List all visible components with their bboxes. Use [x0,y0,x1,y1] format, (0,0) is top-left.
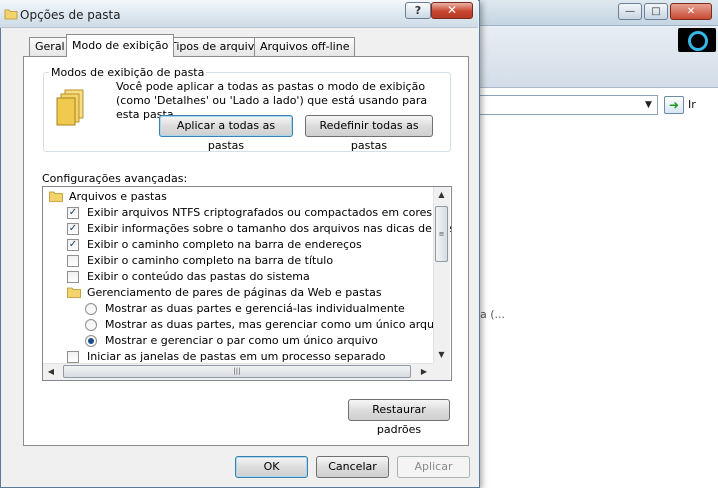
checkbox[interactable]: ✓ [67,223,79,235]
go-button-label[interactable]: Ir [688,98,696,111]
close-button[interactable]: ✕ [431,2,473,19]
row-label: Arquivos e pastas [69,190,167,203]
row-label[interactable]: Exibir o conteúdo das pastas do sistema [87,269,310,285]
tab-tipos-de-arquivo[interactable]: Tipos de arquivo [164,37,267,56]
row-label[interactable]: Exibir arquivos NTFS criptografados ou c… [87,205,432,221]
advanced-settings-list[interactable]: Arquivos e pastas ✓ Exibir arquivos NTFS… [42,186,452,381]
background-address-bar[interactable] [476,95,658,115]
ok-button[interactable]: OK [235,456,308,478]
scroll-up-icon[interactable]: ▲ [433,187,450,203]
radio-button[interactable] [85,319,97,331]
apply-button[interactable]: Aplicar [397,456,470,478]
horizontal-scroll-thumb[interactable]: ||| [63,365,411,378]
checkbox[interactable] [67,351,79,363]
checkbox[interactable]: ✓ [67,239,79,251]
folder-icon [4,9,18,20]
checkbox[interactable] [67,271,79,283]
tab-modo-de-exibicao[interactable]: Modo de exibição [66,34,175,57]
dialog-title: Opções de pasta [20,8,121,22]
group-title: Modos de exibição de pasta [49,66,207,79]
background-close-button[interactable]: ✕ [670,3,712,20]
checkbox[interactable] [67,255,79,267]
row-label[interactable]: Exibir informações sobre o tamanho dos a… [87,221,451,237]
scroll-right-icon[interactable]: ▶ [416,363,432,380]
background-minimize-button[interactable]: — [618,3,642,20]
radio-button[interactable] [85,335,97,347]
cancel-button[interactable]: Cancelar [316,456,389,478]
row-label[interactable]: Exibir o caminho completo na barra de en… [87,237,362,253]
scrollbar-corner [433,363,450,380]
folders-stack-icon [56,89,84,126]
restore-defaults-button[interactable]: Restaurar padrões [348,399,450,436]
chevron-down-icon[interactable]: ▼ [640,96,657,114]
vertical-scroll-thumb[interactable]: ≡ [435,206,448,262]
scroll-down-icon[interactable]: ▼ [433,347,450,363]
row-label[interactable]: Mostrar as duas partes, mas gerenciar co… [105,317,450,333]
advanced-settings-label: Configurações avançadas: [42,172,188,185]
folder-icon [67,287,81,298]
row-label[interactable]: Mostrar as duas partes e gerenciá-las in… [105,301,405,317]
tab-arquivos-off-line[interactable]: Arquivos off-line [254,37,356,56]
apply-to-all-folders-button[interactable]: Aplicar a todas as pastas [159,115,293,152]
scroll-left-icon[interactable]: ◀ [43,363,59,380]
row-label: Gerenciamento de pares de páginas da Web… [87,286,382,299]
help-button[interactable]: ? [405,2,431,19]
windows-logo-icon [678,28,716,52]
folder-icon [49,191,63,202]
tab-geral[interactable]: Geral [29,37,71,56]
radio-button[interactable] [85,303,97,315]
background-maximize-button[interactable]: □ [644,3,668,20]
background-truncated-text: a (... [480,308,506,321]
checkbox[interactable]: ✓ [67,207,79,219]
row-label[interactable]: Exibir o caminho completo na barra de tí… [87,253,333,269]
go-arrow-icon[interactable]: ➜ [664,96,684,114]
reset-all-folders-button[interactable]: Redefinir todas as pastas [305,115,433,152]
row-label[interactable]: Mostrar e gerenciar o par como um único … [105,333,378,349]
